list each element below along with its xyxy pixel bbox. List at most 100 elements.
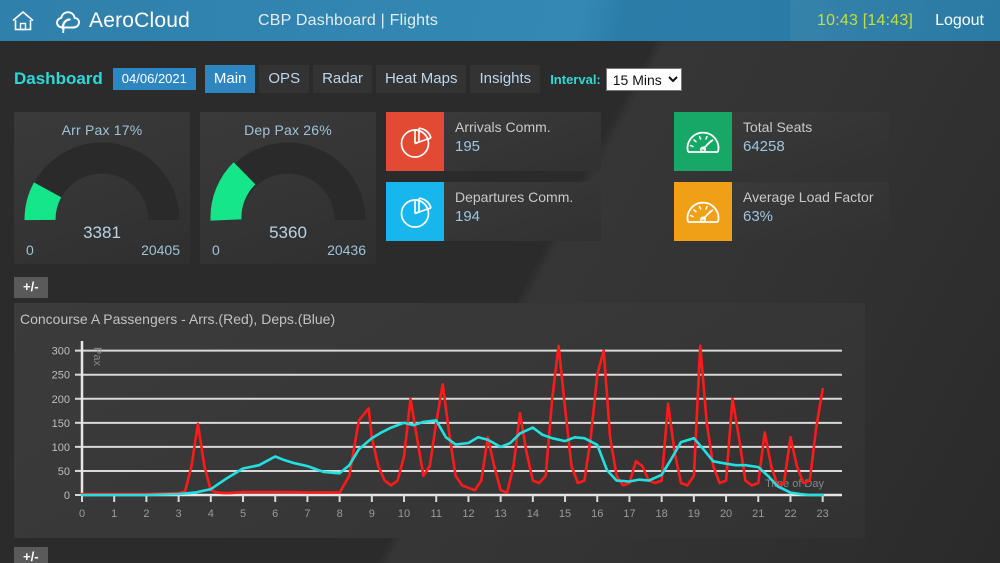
- gauge-value: 3381: [83, 223, 121, 242]
- tile-body: Arrivals Comm. 195: [444, 112, 551, 171]
- tile-label: Average Load Factor: [743, 189, 874, 205]
- speedometer-icon: [686, 131, 720, 153]
- x-tick-label: 15: [559, 508, 571, 520]
- x-tick-label: 12: [462, 508, 474, 520]
- y-axis-label: Pax: [91, 347, 103, 366]
- x-tick-label: 3: [176, 508, 182, 520]
- interval-label: Interval:: [550, 71, 601, 87]
- x-tick-label: 11: [431, 508, 442, 520]
- x-tick-label: 2: [143, 508, 149, 520]
- y-tick-label: 0: [64, 490, 70, 502]
- dashboard-page: AeroCloud CBP Dashboard | Flights 10:43 …: [0, 0, 1000, 563]
- tile-body: Average Load Factor 63%: [732, 182, 874, 241]
- home-button[interactable]: [0, 9, 46, 33]
- tile-departures-comm[interactable]: Departures Comm. 194: [386, 182, 601, 241]
- logout-link[interactable]: Logout: [935, 12, 984, 30]
- pie-chart-icon: [400, 126, 432, 158]
- aerocloud-logo-icon: [56, 10, 80, 33]
- x-tick-label: 0: [79, 508, 85, 520]
- tile-icon-bg: [386, 112, 444, 171]
- y-tick-label: 100: [52, 442, 70, 454]
- y-tick-label: 50: [58, 466, 70, 478]
- gauge-card-dep-pax: Dep Pax 26% 5360 0 20436: [200, 112, 376, 264]
- y-tick-label: 200: [52, 394, 70, 406]
- x-tick-label: 10: [398, 508, 410, 520]
- x-tick-label: 4: [208, 508, 214, 520]
- x-tick-label: 13: [495, 508, 507, 520]
- x-tick-label: 5: [240, 508, 246, 520]
- chart-toolbar-bottom: +/-: [0, 547, 1000, 563]
- header-right-group: 10:43 [14:43] Logout: [817, 12, 1000, 30]
- dashboard-navbar: Dashboard 04/06/2021 Main OPS Radar Heat…: [0, 60, 1000, 98]
- tile-body: Total Seats 64258: [732, 112, 812, 171]
- clock-display: 10:43 [14:43]: [817, 11, 914, 29]
- tab-ops[interactable]: OPS: [259, 64, 310, 94]
- tile-average-load-factor[interactable]: Average Load Factor 63%: [674, 182, 889, 241]
- x-tick-label: 8: [337, 508, 343, 520]
- tile-icon-bg: [674, 182, 732, 241]
- x-tick-label: 18: [656, 508, 668, 520]
- chart-title: Concourse A Passengers - Arrs.(Red), Dep…: [20, 311, 336, 328]
- tile-label: Departures Comm.: [455, 189, 574, 205]
- y-tick-label: 250: [52, 370, 70, 382]
- gauge-value: 5360: [269, 223, 307, 242]
- x-tick-label: 14: [527, 508, 539, 520]
- kpi-row: Arr Pax 17% 3381 0 20405 Dep Pax 26% 536…: [0, 112, 1000, 264]
- tile-label: Total Seats: [743, 119, 813, 135]
- brand-logo[interactable]: AeroCloud: [54, 7, 190, 35]
- x-tick-label: 17: [623, 508, 635, 520]
- gauge-title: Arr Pax 17%: [61, 122, 143, 138]
- x-tick-label: 7: [304, 508, 310, 520]
- x-tick-label: 1: [111, 508, 117, 520]
- tile-icon-bg: [386, 182, 444, 241]
- tab-insights[interactable]: Insights: [470, 64, 541, 94]
- page-title: CBP Dashboard | Flights: [258, 11, 439, 29]
- tile-arrivals-comm[interactable]: Arrivals Comm. 195: [386, 112, 601, 171]
- x-tick-label: 20: [720, 508, 732, 520]
- tab-main[interactable]: Main: [204, 64, 256, 94]
- gauge-min-label: 0: [26, 242, 34, 258]
- tile-icon-bg: [674, 112, 732, 171]
- tile-label: Arrivals Comm.: [455, 119, 551, 135]
- x-tick-label: 21: [752, 508, 764, 520]
- expand-collapse-top-button[interactable]: +/-: [14, 277, 48, 299]
- expand-collapse-bottom-button[interactable]: +/-: [14, 547, 48, 563]
- tile-value: 63%: [743, 207, 774, 225]
- app-header: AeroCloud CBP Dashboard | Flights 10:43 …: [0, 0, 1000, 41]
- kpi-spacer: [611, 112, 664, 264]
- x-tick-label: 19: [688, 508, 700, 520]
- tile-total-seats[interactable]: Total Seats 64258: [674, 112, 889, 171]
- gauge-max-label: 20405: [141, 242, 180, 258]
- interval-select[interactable]: 15 Mins: [605, 67, 682, 91]
- gauge-card-arr-pax: Arr Pax 17% 3381 0 20405: [14, 112, 190, 264]
- date-picker[interactable]: 04/06/2021: [112, 68, 196, 90]
- x-tick-label: 9: [369, 508, 375, 520]
- brand-name: AeroCloud: [89, 8, 191, 32]
- chart-toolbar-top: +/-: [0, 277, 1000, 299]
- tile-column-left: Arrivals Comm. 195 Departures Comm. 194: [386, 112, 601, 264]
- concourse-a-line-chart[interactable]: 0501001502002503000 1 2 3 4 5 6 7 8 9 10 11 12 13 14 15…: [14, 327, 865, 535]
- concourse-a-chart-panel: Concourse A Passengers - Arrs.(Red), Dep…: [14, 303, 865, 539]
- y-tick-label: 150: [52, 418, 70, 430]
- x-tick-label: 6: [272, 508, 278, 520]
- tile-value: 194: [455, 207, 481, 225]
- tile-body: Departures Comm. 194: [444, 182, 573, 241]
- tab-radar[interactable]: Radar: [313, 64, 372, 94]
- x-tick-label: 22: [784, 508, 796, 520]
- dashboard-label: Dashboard: [14, 69, 103, 88]
- home-icon: [12, 10, 34, 30]
- tile-column-right: Total Seats 64258 Average Load Factor 63…: [674, 112, 889, 264]
- x-tick-label: 23: [817, 508, 829, 520]
- gauge-title: Dep Pax 26%: [244, 122, 332, 138]
- gauge-min-label: 0: [212, 242, 220, 258]
- speedometer-icon: [686, 201, 720, 223]
- gauge-max-label: 20436: [327, 242, 366, 258]
- y-tick-label: 300: [52, 346, 70, 358]
- pie-chart-icon: [400, 196, 432, 228]
- arr-pax-gauge: [24, 142, 180, 221]
- x-tick-label: 16: [591, 508, 603, 520]
- tab-heat-maps[interactable]: Heat Maps: [375, 64, 467, 94]
- tile-value: 64258: [743, 137, 785, 155]
- dep-pax-gauge: [210, 142, 366, 221]
- tile-value: 195: [455, 137, 481, 155]
